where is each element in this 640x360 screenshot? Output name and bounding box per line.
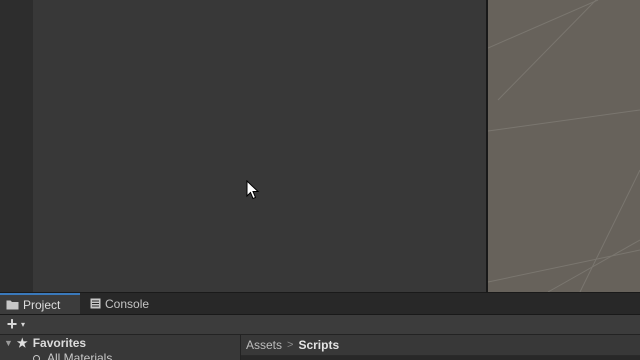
tree-item-all-materials[interactable]: All Materials: [33, 350, 112, 360]
tab-console[interactable]: Console: [82, 293, 162, 314]
tree-item-favorites-label: Favorites: [32, 336, 87, 350]
breadcrumb-item-scripts[interactable]: Scripts: [298, 338, 339, 352]
project-folder-tree: ▼ ★ Favorites All Materials: [0, 335, 241, 360]
tree-item-favorites[interactable]: ▼ ★ Favorites: [4, 335, 86, 351]
mouse-pointer-icon: [246, 180, 260, 200]
bottom-dock: Project Console + ▾ ▼ ★ Favorites All Ma…: [0, 292, 640, 360]
star-icon: ★: [16, 336, 28, 350]
scene-view[interactable]: [488, 0, 640, 292]
folder-icon: [6, 300, 19, 310]
tab-console-label: Console: [105, 296, 150, 311]
chevron-down-icon: ▾: [21, 320, 26, 329]
console-icon: [90, 298, 101, 309]
unity-editor-window: Project Console + ▾ ▼ ★ Favorites All Ma…: [0, 0, 640, 360]
hierarchy-panel[interactable]: [33, 0, 486, 292]
tree-item-all-materials-label: All Materials: [47, 351, 113, 360]
tab-project-label: Project: [23, 297, 61, 312]
project-toolbar: + ▾: [0, 315, 640, 335]
plus-icon: +: [6, 314, 18, 334]
search-icon: [33, 354, 40, 360]
breadcrumb-item-assets[interactable]: Assets: [246, 338, 282, 352]
tab-project[interactable]: Project: [0, 293, 80, 314]
fold-arrow-icon[interactable]: ▼: [4, 338, 13, 348]
scene-grid: [488, 0, 640, 292]
breadcrumb: Assets > Scripts: [241, 335, 640, 356]
dock-tabbar: Project Console: [0, 293, 640, 315]
breadcrumb-separator-icon: >: [287, 339, 294, 351]
left-sidebar-strip: [0, 0, 34, 292]
create-asset-button[interactable]: + ▾: [5, 314, 35, 334]
